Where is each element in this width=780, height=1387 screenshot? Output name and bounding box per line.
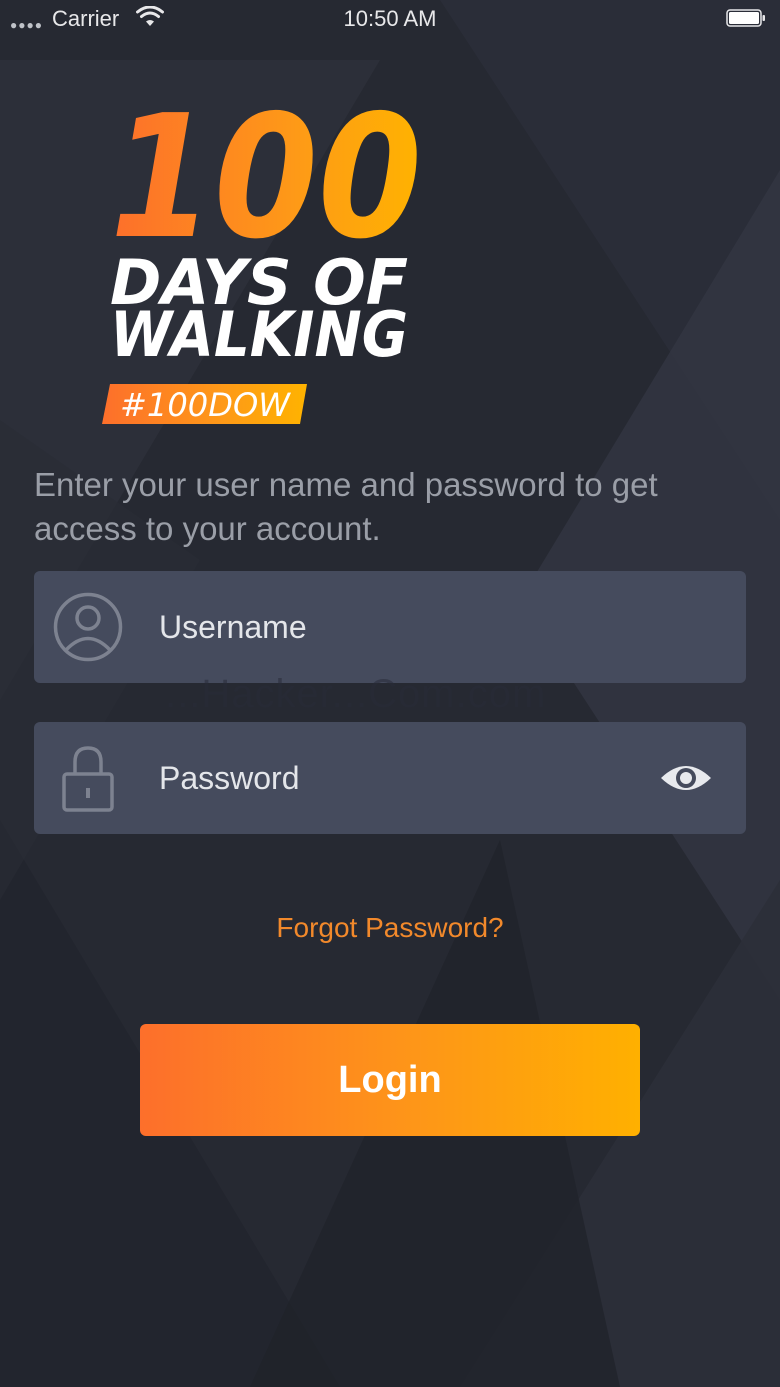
forgot-password-link[interactable]: Forgot Password?	[276, 912, 503, 943]
login-button[interactable]: Login	[140, 1024, 640, 1136]
status-time: 10:50 AM	[343, 6, 437, 31]
status-bar: ●●●● Carrier 10:50 AM	[0, 0, 780, 40]
intro-text: Enter your user name and password to get…	[34, 466, 658, 547]
logo-hashtag: #100DOW	[120, 386, 291, 424]
eye-icon[interactable]	[658, 758, 714, 798]
watermark-text: ...Hacker...Com.com	[165, 672, 547, 716]
username-field[interactable]	[34, 571, 746, 683]
password-field[interactable]	[34, 722, 746, 834]
password-input[interactable]	[159, 722, 639, 834]
user-circle-icon	[53, 592, 123, 662]
app-logo: 100 DAYS OF WALKING #100DOW	[102, 86, 422, 424]
username-input[interactable]	[159, 571, 639, 683]
lock-icon	[62, 746, 114, 812]
logo-line2: WALKING	[110, 298, 408, 371]
forgot-password-container: Forgot Password?	[0, 912, 780, 944]
battery-icon	[726, 9, 765, 27]
